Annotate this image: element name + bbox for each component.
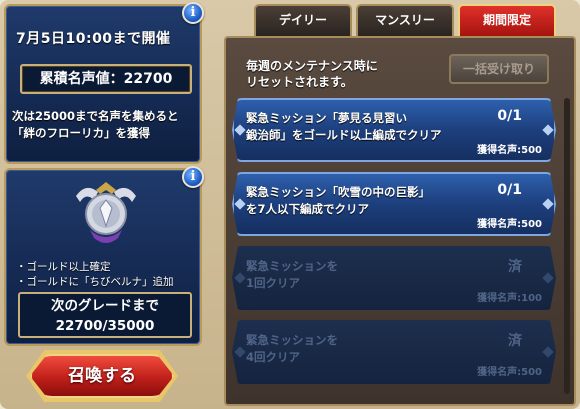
mission-ornament-right	[542, 346, 553, 357]
mission-title: 緊急ミッションを 1回クリア	[246, 258, 338, 292]
next-reward-line2: 「絆のフローリカ」を獲得	[12, 126, 150, 140]
mission-reward: 獲得名声:500	[477, 367, 542, 378]
mission-title: 緊急ミッションを 4回クリア	[246, 332, 338, 366]
mission-reward: 獲得名声:100	[477, 293, 542, 304]
mission-ornament-left	[234, 272, 245, 283]
mission-title-line2: 鍛治師」をゴールド以上編成でクリア	[246, 128, 442, 142]
perk-gold-guaranteed: ・ゴールド以上確定	[16, 261, 111, 273]
mission-title-line2: を7人以下編成でクリア	[246, 202, 370, 216]
grade-panel: ・ゴールド以上確定 ・ゴールドに「ちびベルナ」追加 次のグレードまで 22700…	[4, 168, 202, 346]
tab-monthly[interactable]: マンスリー	[356, 4, 454, 36]
mission-ornament-right	[542, 272, 553, 283]
grade-emblem-icon	[76, 182, 136, 243]
mission-title-line2: 1回クリア	[246, 276, 301, 290]
mission-reward: 獲得名声:500	[477, 145, 542, 156]
next-grade-label: 次のグレードまで	[51, 298, 159, 314]
reset-note-line2: リセットされます。	[246, 75, 353, 89]
mission-ornament-left	[234, 124, 245, 135]
mission-title: 緊急ミッション「吹雪の中の巨影」 を7人以下編成でクリア	[246, 184, 430, 218]
cumulative-fame: 累積名声値：22700	[20, 64, 192, 94]
mission-list-panel: 毎週のメンテナンス時に リセットされます。 一括受け取り 緊急ミッション「夢見る…	[224, 36, 576, 406]
mission-progress: 0/1	[497, 182, 522, 198]
mission-title: 緊急ミッション「夢見る見習い 鍛治師」をゴールド以上編成でクリア	[246, 110, 442, 144]
mission-ornament-left	[234, 346, 245, 357]
mission-title-line2: 4回クリア	[246, 350, 301, 364]
perk-chibi-added: ・ゴールドに「ちびベルナ」追加	[16, 276, 174, 288]
mission-item[interactable]: 緊急ミッションを 4回クリア 済 獲得名声:500	[232, 320, 556, 384]
mission-ornament-left	[234, 198, 245, 209]
next-grade-progress: 22700/35000	[55, 318, 155, 334]
next-grade-box: 次のグレードまで 22700/35000	[18, 292, 192, 338]
mission-list-scrollbar[interactable]	[564, 98, 570, 394]
mission-title-line1: 緊急ミッション「夢見る見習い	[246, 111, 407, 125]
next-reward-line1: 次は25000まで名声を集めると	[12, 109, 179, 123]
mission-item[interactable]: 緊急ミッション「吹雪の中の巨影」 を7人以下編成でクリア 0/1 獲得名声:50…	[232, 172, 556, 236]
mission-title-line1: 緊急ミッションを	[246, 259, 338, 273]
event-info-panel: 7月5日10:00まで開催 累積名声値：22700 次は25000まで名声を集め…	[4, 4, 202, 164]
mission-ornament-right	[542, 198, 553, 209]
tab-limited[interactable]: 期間限定	[458, 4, 556, 36]
info-icon-grade[interactable]: i	[182, 166, 204, 188]
mission-item[interactable]: 緊急ミッション「夢見る見習い 鍛治師」をゴールド以上編成でクリア 0/1 獲得名…	[232, 98, 556, 162]
mission-completed-mark: 済	[508, 333, 522, 349]
mission-completed-mark: 済	[508, 259, 522, 275]
tab-daily[interactable]: デイリー	[254, 4, 352, 36]
mission-item[interactable]: 緊急ミッションを 1回クリア 済 獲得名声:100	[232, 246, 556, 310]
mission-title-line1: 緊急ミッション「吹雪の中の巨影」	[246, 185, 430, 199]
summon-button[interactable]: 召喚する	[30, 354, 174, 398]
mission-title-line1: 緊急ミッションを	[246, 333, 338, 347]
reset-note: 毎週のメンテナンス時に リセットされます。	[246, 58, 378, 90]
grade-perks: ・ゴールド以上確定 ・ゴールドに「ちびベルナ」追加	[16, 260, 198, 290]
mission-progress: 0/1	[497, 108, 522, 124]
reset-note-line1: 毎週のメンテナンス時に	[246, 59, 378, 73]
info-icon-event[interactable]: i	[182, 2, 204, 24]
mission-reward: 獲得名声:500	[477, 219, 542, 230]
mission-ornament-right	[542, 124, 553, 135]
next-reward-text: 次は25000まで名声を集めると 「絆のフローリカ」を獲得	[12, 108, 200, 142]
event-end-date: 7月5日10:00まで開催	[16, 31, 171, 47]
claim-all-button[interactable]: 一括受け取り	[449, 54, 549, 84]
